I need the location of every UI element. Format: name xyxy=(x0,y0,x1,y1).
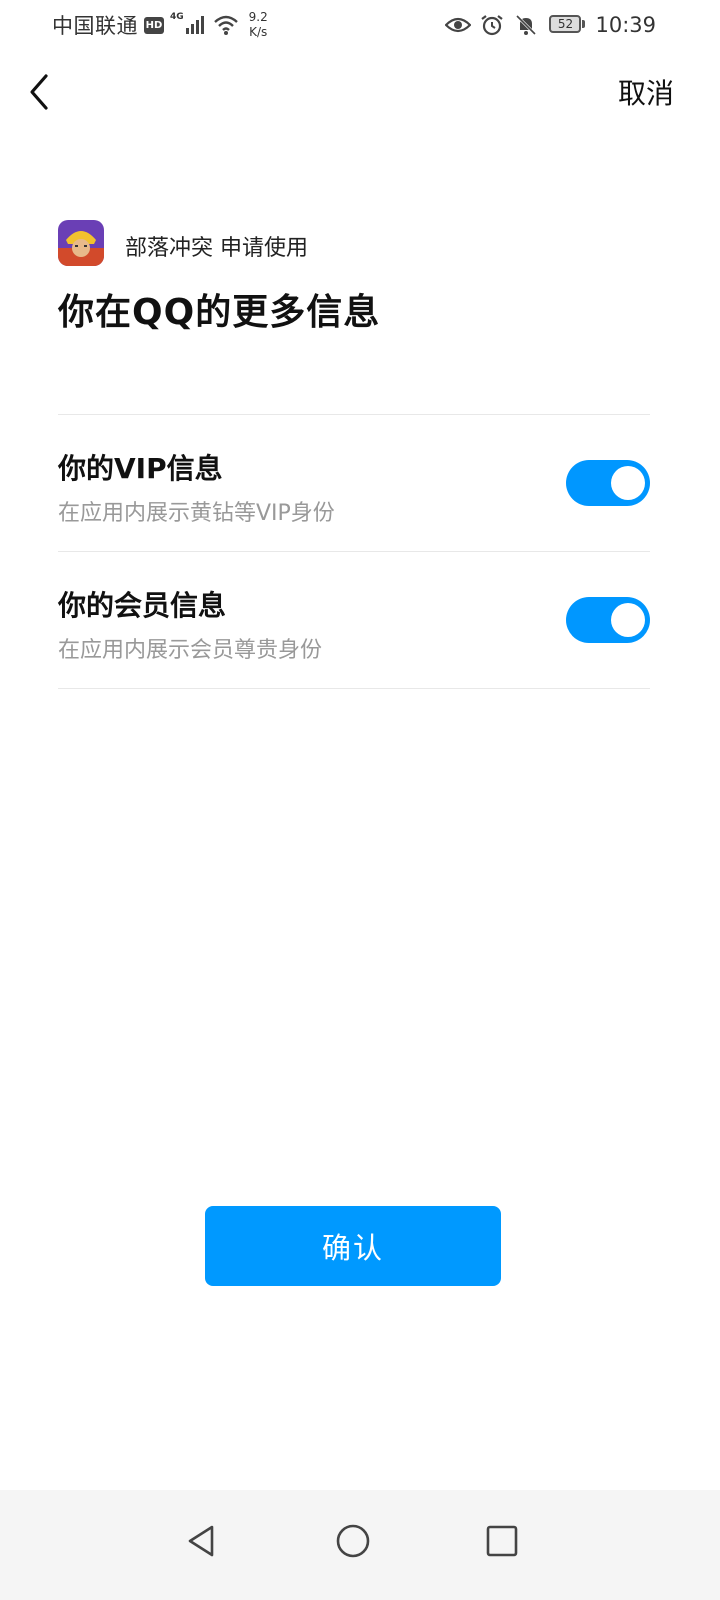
back-triangle-icon xyxy=(188,1525,214,1557)
nav-home-button[interactable] xyxy=(323,1511,383,1571)
status-bar: 中国联通 HD 4G 9.2 K/s 52 10:39 xyxy=(0,0,720,50)
network-type: 4G xyxy=(170,12,184,22)
speed-value: 9.2 xyxy=(248,10,268,24)
cancel-button[interactable]: 取消 xyxy=(618,72,674,112)
app-request-text: 部落冲突 申请使用 xyxy=(125,236,308,261)
back-button[interactable] xyxy=(24,70,56,114)
carrier-name: 中国联通 xyxy=(52,14,138,38)
option-description: 在应用内展示会员尊贵身份 xyxy=(58,638,323,663)
option-vip-info: 你的VIP信息 在应用内展示黄钻等VIP身份 xyxy=(58,415,650,551)
nav-back-button[interactable] xyxy=(172,1511,232,1571)
chevron-left-icon xyxy=(30,74,48,110)
toggle-knob xyxy=(611,466,645,500)
clash-of-clans-app-icon xyxy=(58,220,104,266)
page-title: 你在QQ的更多信息 xyxy=(58,292,381,333)
option-member-info: 你的会员信息 在应用内展示会员尊贵身份 xyxy=(58,552,650,688)
option-title: 你的会员信息 xyxy=(58,589,227,622)
network-speed: 9.2 K/s xyxy=(249,10,268,40)
vip-info-toggle[interactable] xyxy=(566,460,650,506)
signal-icon xyxy=(185,16,204,34)
nav-recents-button[interactable] xyxy=(472,1511,532,1571)
alarm-icon xyxy=(481,15,504,36)
option-title: 你的VIP信息 xyxy=(58,452,223,485)
bell-off-icon xyxy=(516,14,537,36)
navigation-bar xyxy=(0,1490,720,1600)
clock: 10:39 xyxy=(595,13,656,37)
confirm-button[interactable]: 确认 xyxy=(205,1206,501,1286)
member-info-toggle[interactable] xyxy=(566,597,650,643)
battery-level: 52 xyxy=(557,17,574,31)
battery-icon: 52 xyxy=(549,15,586,35)
recents-square-icon xyxy=(486,1525,518,1557)
wifi-icon xyxy=(213,15,238,35)
speed-unit: K/s xyxy=(249,25,268,39)
home-circle-icon xyxy=(336,1524,370,1558)
hd-icon: HD xyxy=(144,16,164,34)
eye-icon xyxy=(445,17,472,33)
toggle-knob xyxy=(611,603,645,637)
divider xyxy=(58,688,650,689)
option-description: 在应用内展示黄钻等VIP身份 xyxy=(58,501,335,526)
